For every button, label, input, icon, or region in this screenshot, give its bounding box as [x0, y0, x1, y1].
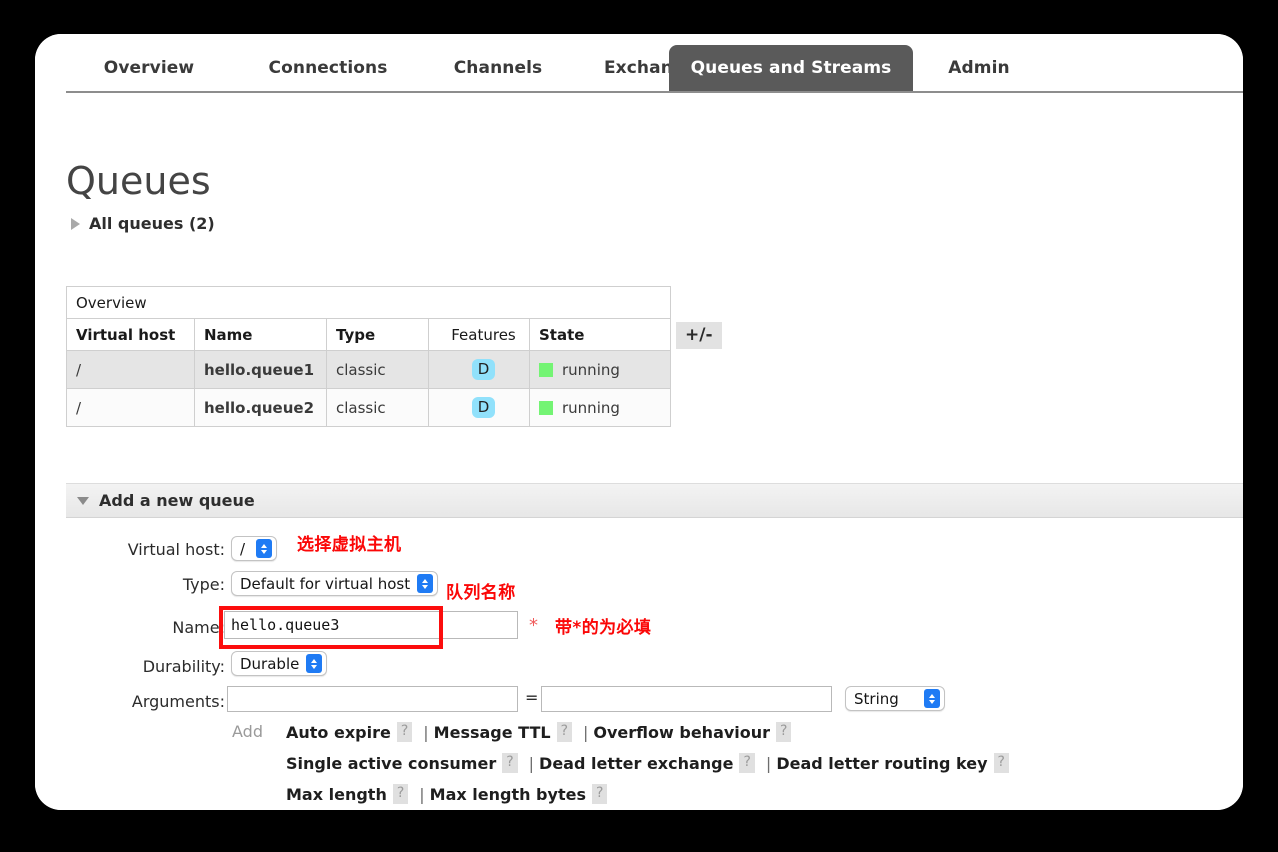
column-header-name[interactable]: Name [194, 318, 327, 351]
preset-max-length[interactable]: Max length [286, 785, 387, 804]
preset-separator: | [528, 753, 535, 773]
cell-type: classic [326, 350, 429, 389]
annotation-text: 带*的为必填 [555, 618, 652, 638]
argument-preset-line: Auto expire? | Message TTL? | Overflow behav… [286, 722, 797, 742]
annotation-text: 队列名称 [446, 583, 516, 603]
queue-type-select[interactable]: Default for virtual host [231, 571, 439, 596]
arguments-label: Arguments: [131, 692, 225, 711]
argument-preset-line: Max length? | Max length bytes? [286, 784, 613, 804]
chevron-right-icon [71, 217, 80, 230]
column-toggle-button[interactable]: +/- [676, 322, 722, 349]
preset-single-active-consumer[interactable]: Single active consumer [286, 754, 496, 773]
all-queues-label: All queues (2) [89, 214, 215, 233]
preset-dead-letter-routing-key[interactable]: Dead letter routing key [776, 754, 987, 773]
help-icon[interactable]: ? [739, 753, 755, 773]
page-content: Queues All queues (2) Overview Virtual h… [35, 93, 1243, 810]
select-stepper-icon [256, 539, 272, 558]
preset-dead-letter-exchange[interactable]: Dead letter exchange [539, 754, 733, 773]
arguments-equals-sign: = [525, 688, 539, 707]
durability-select[interactable]: Durable [231, 651, 328, 676]
tab-queues-and-streams[interactable]: Queues and Streams [669, 45, 913, 91]
tab-overview[interactable]: Overview [66, 45, 232, 91]
cell-type: classic [326, 388, 429, 427]
select-stepper-icon [306, 654, 323, 673]
help-icon[interactable]: ? [556, 722, 572, 742]
page-title: Queues [66, 159, 211, 203]
table-header-row: Virtual host Name Type Features State [66, 318, 671, 351]
tab-channels[interactable]: Channels [424, 45, 572, 91]
argument-type-select[interactable]: String [845, 686, 945, 711]
annotation-text: 选择虚拟主机 [297, 535, 402, 555]
status-dot-icon [539, 362, 553, 377]
preset-overflow-behaviour[interactable]: Overflow behaviour [593, 723, 770, 742]
add-new-queue-title: Add a new queue [99, 491, 255, 510]
help-icon[interactable]: ? [993, 753, 1009, 773]
durable-feature-badge[interactable]: D [471, 359, 496, 380]
preset-max-length-bytes[interactable]: Max length bytes [430, 785, 586, 804]
argument-preset-line: Single active consumer? | Dead letter exch… [286, 753, 1015, 773]
help-icon[interactable]: ? [502, 753, 518, 773]
tab-connections[interactable]: Connections [232, 45, 424, 91]
argument-type-select-value: String [854, 689, 899, 708]
virtual-host-label: Virtual host: [127, 540, 225, 559]
add-argument-link[interactable]: Add [232, 722, 263, 741]
help-icon[interactable]: ? [392, 784, 409, 804]
status-badge: running [539, 399, 670, 417]
status-label: running [562, 398, 620, 417]
name-label: Name: [172, 618, 225, 637]
cell-features: D [428, 350, 530, 389]
table-body: / hello.queue1 classic Drunning / hello.queue… [66, 350, 671, 427]
preset-separator: | [419, 784, 425, 804]
browser-window: Overview Connections Channels Exchanges Queu… [35, 34, 1243, 810]
table-row: / hello.queue2 classic Drunning [66, 388, 671, 427]
virtual-host-select-value: / [240, 539, 246, 558]
argument-key-input[interactable] [227, 686, 518, 712]
cell-features: D [428, 388, 530, 427]
preset-separator: | [583, 722, 589, 742]
main-tab-bar: Overview Connections Channels Exchanges Queu… [35, 34, 1243, 93]
help-icon[interactable]: ? [591, 784, 608, 804]
cell-virtual-host: / [66, 350, 195, 389]
queue-name-input[interactable] [224, 611, 518, 639]
help-icon[interactable]: ? [776, 722, 792, 742]
queues-table: Overview Virtual host Name Type Features Sta… [66, 286, 671, 427]
chevron-down-icon [77, 496, 89, 505]
required-asterisk: * [529, 615, 538, 636]
cell-virtual-host: / [66, 388, 195, 427]
preset-message-ttl[interactable]: Message TTL [434, 723, 551, 742]
cell-queue-name[interactable]: hello.queue1 [194, 350, 327, 389]
add-new-queue-section-header[interactable]: Add a new queue [66, 483, 1243, 518]
preset-auto-expire[interactable]: Auto expire [286, 723, 391, 742]
status-dot-icon [539, 400, 553, 415]
help-icon[interactable]: ? [396, 722, 413, 742]
durable-feature-badge[interactable]: D [471, 397, 496, 418]
tab-admin[interactable]: Admin [913, 45, 1045, 91]
cell-queue-name[interactable]: hello.queue2 [194, 388, 327, 427]
column-header-features: Features [428, 318, 530, 351]
type-label: Type: [182, 575, 225, 594]
preset-separator: | [423, 722, 429, 742]
cell-state: running [529, 388, 671, 427]
status-badge: running [539, 361, 670, 379]
queue-type-select-value: Default for virtual host [240, 574, 411, 593]
cell-state: running [529, 350, 671, 389]
status-label: running [562, 360, 620, 379]
table-overview-bar: Overview [66, 286, 671, 319]
table-overview-bar-row: Overview [66, 286, 671, 319]
argument-value-input[interactable] [541, 686, 832, 712]
column-header-state[interactable]: State [529, 318, 671, 351]
table-row: / hello.queue1 classic Drunning [66, 350, 671, 389]
select-stepper-icon [924, 689, 940, 708]
column-header-virtual-host[interactable]: Virtual host [66, 318, 195, 351]
durability-label: Durability: [142, 657, 225, 676]
all-queues-toggle[interactable]: All queues (2) [71, 214, 215, 233]
column-header-type[interactable]: Type [326, 318, 429, 351]
durability-select-value: Durable [240, 654, 300, 673]
select-stepper-icon [417, 574, 434, 593]
preset-separator: | [765, 753, 772, 773]
virtual-host-select[interactable]: / [231, 536, 277, 561]
